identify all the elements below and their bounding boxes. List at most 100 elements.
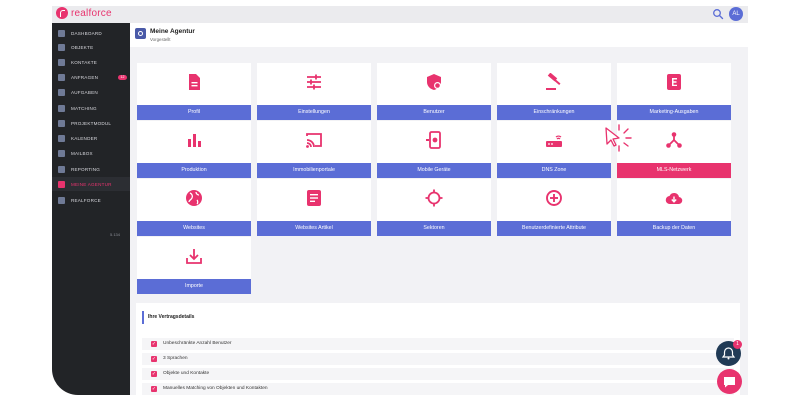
inquiries-icon	[58, 73, 65, 81]
checkbox-checked-icon: ✓	[151, 371, 157, 377]
add-circle-icon	[546, 190, 562, 206]
bar-chart-icon	[188, 134, 201, 147]
search-icon[interactable]	[712, 8, 724, 20]
document-icon	[189, 74, 200, 90]
mobile-settings-icon	[426, 131, 441, 149]
sidebar-item-dashboard[interactable]: DASHBOARD	[52, 26, 130, 40]
sidebar-item-projektmodul[interactable]: PROJEKTMODUL	[52, 116, 130, 130]
download-icon	[186, 249, 202, 264]
tile-einstellungen[interactable]: Einstellungen	[257, 63, 371, 120]
tile-websites[interactable]: Websites	[137, 179, 251, 236]
chat-button[interactable]	[717, 369, 742, 394]
tile-label: Backup der Daten	[617, 221, 731, 236]
sidebar-item-realforce[interactable]: REALFORCE	[52, 193, 130, 207]
contract-details-panel: Ihre Vertragsdetails ✓ Unbeschränkte Anza…	[136, 303, 740, 395]
tile-label: Benutzer	[377, 105, 491, 120]
page-header: Meine Agentur Vorgestellt	[130, 23, 748, 47]
sidebar-item-aufgaben[interactable]: AUFGABEN	[52, 85, 130, 99]
sidebar-item-label: REPORTING	[71, 166, 101, 172]
article-icon	[307, 190, 321, 206]
sliders-icon	[307, 74, 321, 90]
sidebar-item-label: MEINE AGENTUR	[71, 181, 112, 187]
sidebar-item-label: MAILBOX	[71, 150, 93, 156]
sidebar-item-reporting[interactable]: REPORTING	[52, 162, 130, 176]
tile-immobilienportale[interactable]: Immobilienportale	[257, 121, 371, 178]
mail-icon	[58, 149, 65, 157]
project-icon	[58, 119, 65, 127]
sidebar-item-label: KALENDER	[71, 135, 98, 141]
feature-text: Unbeschränkte Anzahl Benutzer	[163, 341, 232, 346]
cloud-download-icon	[665, 192, 683, 205]
network-icon	[666, 132, 682, 148]
sidebar-item-label: KONTAKTE	[71, 59, 98, 65]
tile-label: Importe	[137, 279, 251, 294]
tile-mobile-geraete[interactable]: Mobile Geräte	[377, 121, 491, 178]
tile-einschraenkungen[interactable]: Einschränkungen	[497, 63, 611, 120]
agency-settings-icon	[135, 28, 146, 39]
tile-label: Einschränkungen	[497, 105, 611, 120]
matching-icon	[58, 104, 65, 112]
sidebar-item-label: MATCHING	[71, 105, 97, 111]
sidebar-item-label: ANFRAGEN	[71, 74, 99, 80]
tile-produktion[interactable]: Produktion	[137, 121, 251, 178]
sidebar-item-label: PROJEKTMODUL	[71, 120, 112, 126]
sidebar-item-label: AUFGABEN	[71, 89, 98, 95]
user-avatar[interactable]: AL	[729, 7, 743, 21]
tile-importe[interactable]: Importe	[137, 237, 251, 294]
building-icon	[58, 43, 65, 51]
letter-e-icon	[667, 74, 681, 90]
list-item: ✓ Objekte und Kontakte	[142, 368, 734, 380]
tasks-icon	[58, 88, 65, 96]
sidebar-item-label: OBJEKTE	[71, 44, 94, 50]
cast-icon	[306, 133, 322, 148]
realforce-icon	[58, 196, 65, 204]
checkbox-checked-icon: ✓	[151, 341, 157, 347]
sidebar-item-kontakte[interactable]: KONTAKTE	[52, 55, 130, 69]
tile-label: Websites Artikel	[257, 221, 371, 236]
tile-sektoren[interactable]: Sektoren	[377, 179, 491, 236]
tile-profil[interactable]: Profil	[137, 63, 251, 120]
tile-label: MLS-Netzwerk	[617, 163, 731, 178]
feature-text: Manuelles Matching von Objekten und Kont…	[163, 386, 268, 391]
click-cursor-icon	[605, 124, 632, 152]
tile-marketing-ausgaben[interactable]: Marketing-Ausgaben	[617, 63, 731, 120]
dashboard-icon	[58, 29, 65, 37]
calendar-icon	[58, 134, 65, 142]
tile-backup-der-daten[interactable]: Backup der Daten	[617, 179, 731, 236]
page-title: Meine Agentur	[150, 28, 195, 35]
tile-label: Marketing-Ausgaben	[617, 105, 731, 120]
crosshair-icon	[425, 189, 443, 207]
checkbox-checked-icon: ✓	[151, 356, 157, 362]
brand-logo[interactable]: realforce	[56, 7, 112, 19]
sidebar-item-mailbox[interactable]: MAILBOX	[52, 146, 130, 160]
tile-label: Websites	[137, 221, 251, 236]
notification-count-badge: 1	[733, 340, 742, 349]
chat-icon	[724, 377, 735, 388]
globe-icon	[186, 190, 202, 206]
tile-benutzer[interactable]: Benutzer	[377, 63, 491, 120]
gavel-icon	[546, 73, 561, 90]
list-item: ✓ Manuelles Matching von Objekten und Kon…	[142, 383, 734, 395]
tile-label: Sektoren	[377, 221, 491, 236]
tile-label: DNS Zone	[497, 163, 611, 178]
sidebar-item-matching[interactable]: MATCHING	[52, 101, 130, 115]
tile-benutzerdefinierte-attribute[interactable]: Benutzerdefinierte Attribute	[497, 179, 611, 236]
sidebar-item-meine-agentur[interactable]: MEINE AGENTUR	[52, 177, 130, 191]
sidebar-item-objekte[interactable]: OBJEKTE	[52, 40, 130, 54]
main-content: Meine Agentur Vorgestellt Profil Einstel…	[130, 23, 748, 395]
list-item: ✓ Unbeschränkte Anzahl Benutzer	[142, 338, 734, 350]
brand-name: realforce	[71, 7, 112, 19]
contacts-icon	[58, 58, 65, 66]
tile-label: Einstellungen	[257, 105, 371, 120]
reporting-icon	[58, 165, 65, 173]
page-subtitle: Vorgestellt	[150, 37, 171, 42]
app-window: realforce AL DASHBOARD OBJEKTE KONTAKTE …	[52, 6, 748, 395]
top-bar: realforce AL	[52, 6, 748, 23]
sidebar-item-kalender[interactable]: KALENDER	[52, 131, 130, 145]
sidebar: DASHBOARD OBJEKTE KONTAKTE ANFRAGEN 12 A…	[52, 23, 130, 395]
tile-dns-zone[interactable]: DNS Zone	[497, 121, 611, 178]
tile-websites-artikel[interactable]: Websites Artikel	[257, 179, 371, 236]
list-item: ✓ 3 Sprachen	[142, 353, 734, 365]
checkbox-checked-icon: ✓	[151, 386, 157, 392]
router-icon	[546, 135, 562, 147]
